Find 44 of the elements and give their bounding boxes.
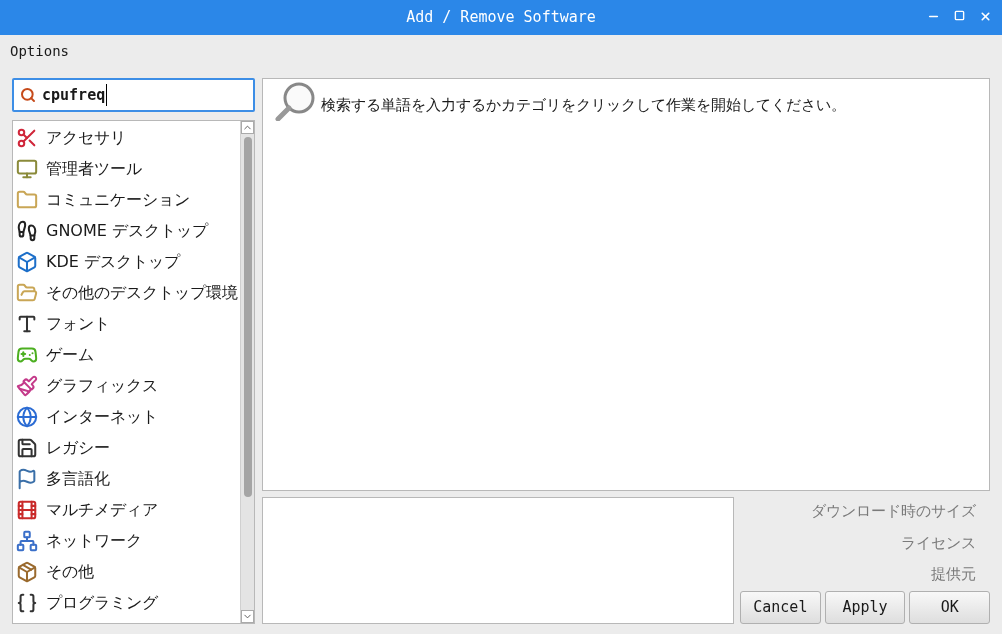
scroll-down-icon[interactable]	[241, 610, 254, 623]
footprint-icon	[16, 219, 38, 242]
search-field[interactable]: cpufreq	[12, 78, 255, 112]
search-icon	[20, 87, 36, 103]
category-item[interactable]: インターネット	[13, 401, 240, 432]
scroll-up-icon[interactable]	[241, 121, 254, 134]
category-item[interactable]: プログラミング	[13, 587, 240, 618]
globe-icon	[16, 405, 38, 428]
category-item[interactable]: コミュニケーション	[13, 184, 240, 215]
detail-label: ライセンス	[901, 532, 976, 554]
window-title: Add / Remove Software	[406, 7, 596, 29]
category-item[interactable]: アクセサリ	[13, 122, 240, 153]
folder-icon	[16, 281, 38, 304]
box-icon	[16, 560, 38, 583]
close-icon[interactable]	[979, 10, 992, 23]
category-item[interactable]: マルチメディア	[13, 494, 240, 525]
category-item[interactable]: 管理者ツール	[13, 153, 240, 184]
category-item[interactable]: KDE デスクトップ	[13, 246, 240, 277]
category-item[interactable]: レガシー	[13, 432, 240, 463]
detail-label: ダウンロード時のサイズ	[811, 501, 976, 522]
scrollbar-thumb[interactable]	[243, 137, 252, 497]
maximize-icon[interactable]	[954, 10, 965, 21]
dialog-button[interactable]: Cancel	[740, 591, 821, 624]
category-item[interactable]: 多言語化	[13, 463, 240, 494]
network-icon	[16, 529, 38, 552]
category-item[interactable]: ネットワーク	[13, 525, 240, 556]
menu-item[interactable]: Options	[10, 40, 69, 62]
category-item[interactable]: その他のデスクトップ環境	[13, 277, 240, 308]
folder-icon	[16, 188, 38, 211]
scrollbar[interactable]	[240, 121, 254, 623]
category-item[interactable]: フォント	[13, 308, 240, 339]
paintbrush-icon	[16, 374, 38, 397]
braces-icon	[16, 591, 38, 614]
flag-icon	[16, 467, 38, 490]
monitor-icon	[16, 157, 38, 180]
category-item[interactable]: その他	[13, 556, 240, 587]
dialog-button[interactable]: OK	[909, 591, 990, 624]
category-item[interactable]: ゲーム	[13, 339, 240, 370]
category-item[interactable]: グラフィックス	[13, 370, 240, 401]
dialog-button[interactable]: Apply	[824, 591, 906, 624]
category-item[interactable]: GNOME デスクトップ	[13, 215, 240, 246]
magnifier-icon	[275, 81, 315, 121]
detail-label: 提供元	[931, 564, 976, 585]
hint-message: 検索する単語を入力するかカテゴリをクリックして作業を開始してください。	[321, 95, 846, 116]
